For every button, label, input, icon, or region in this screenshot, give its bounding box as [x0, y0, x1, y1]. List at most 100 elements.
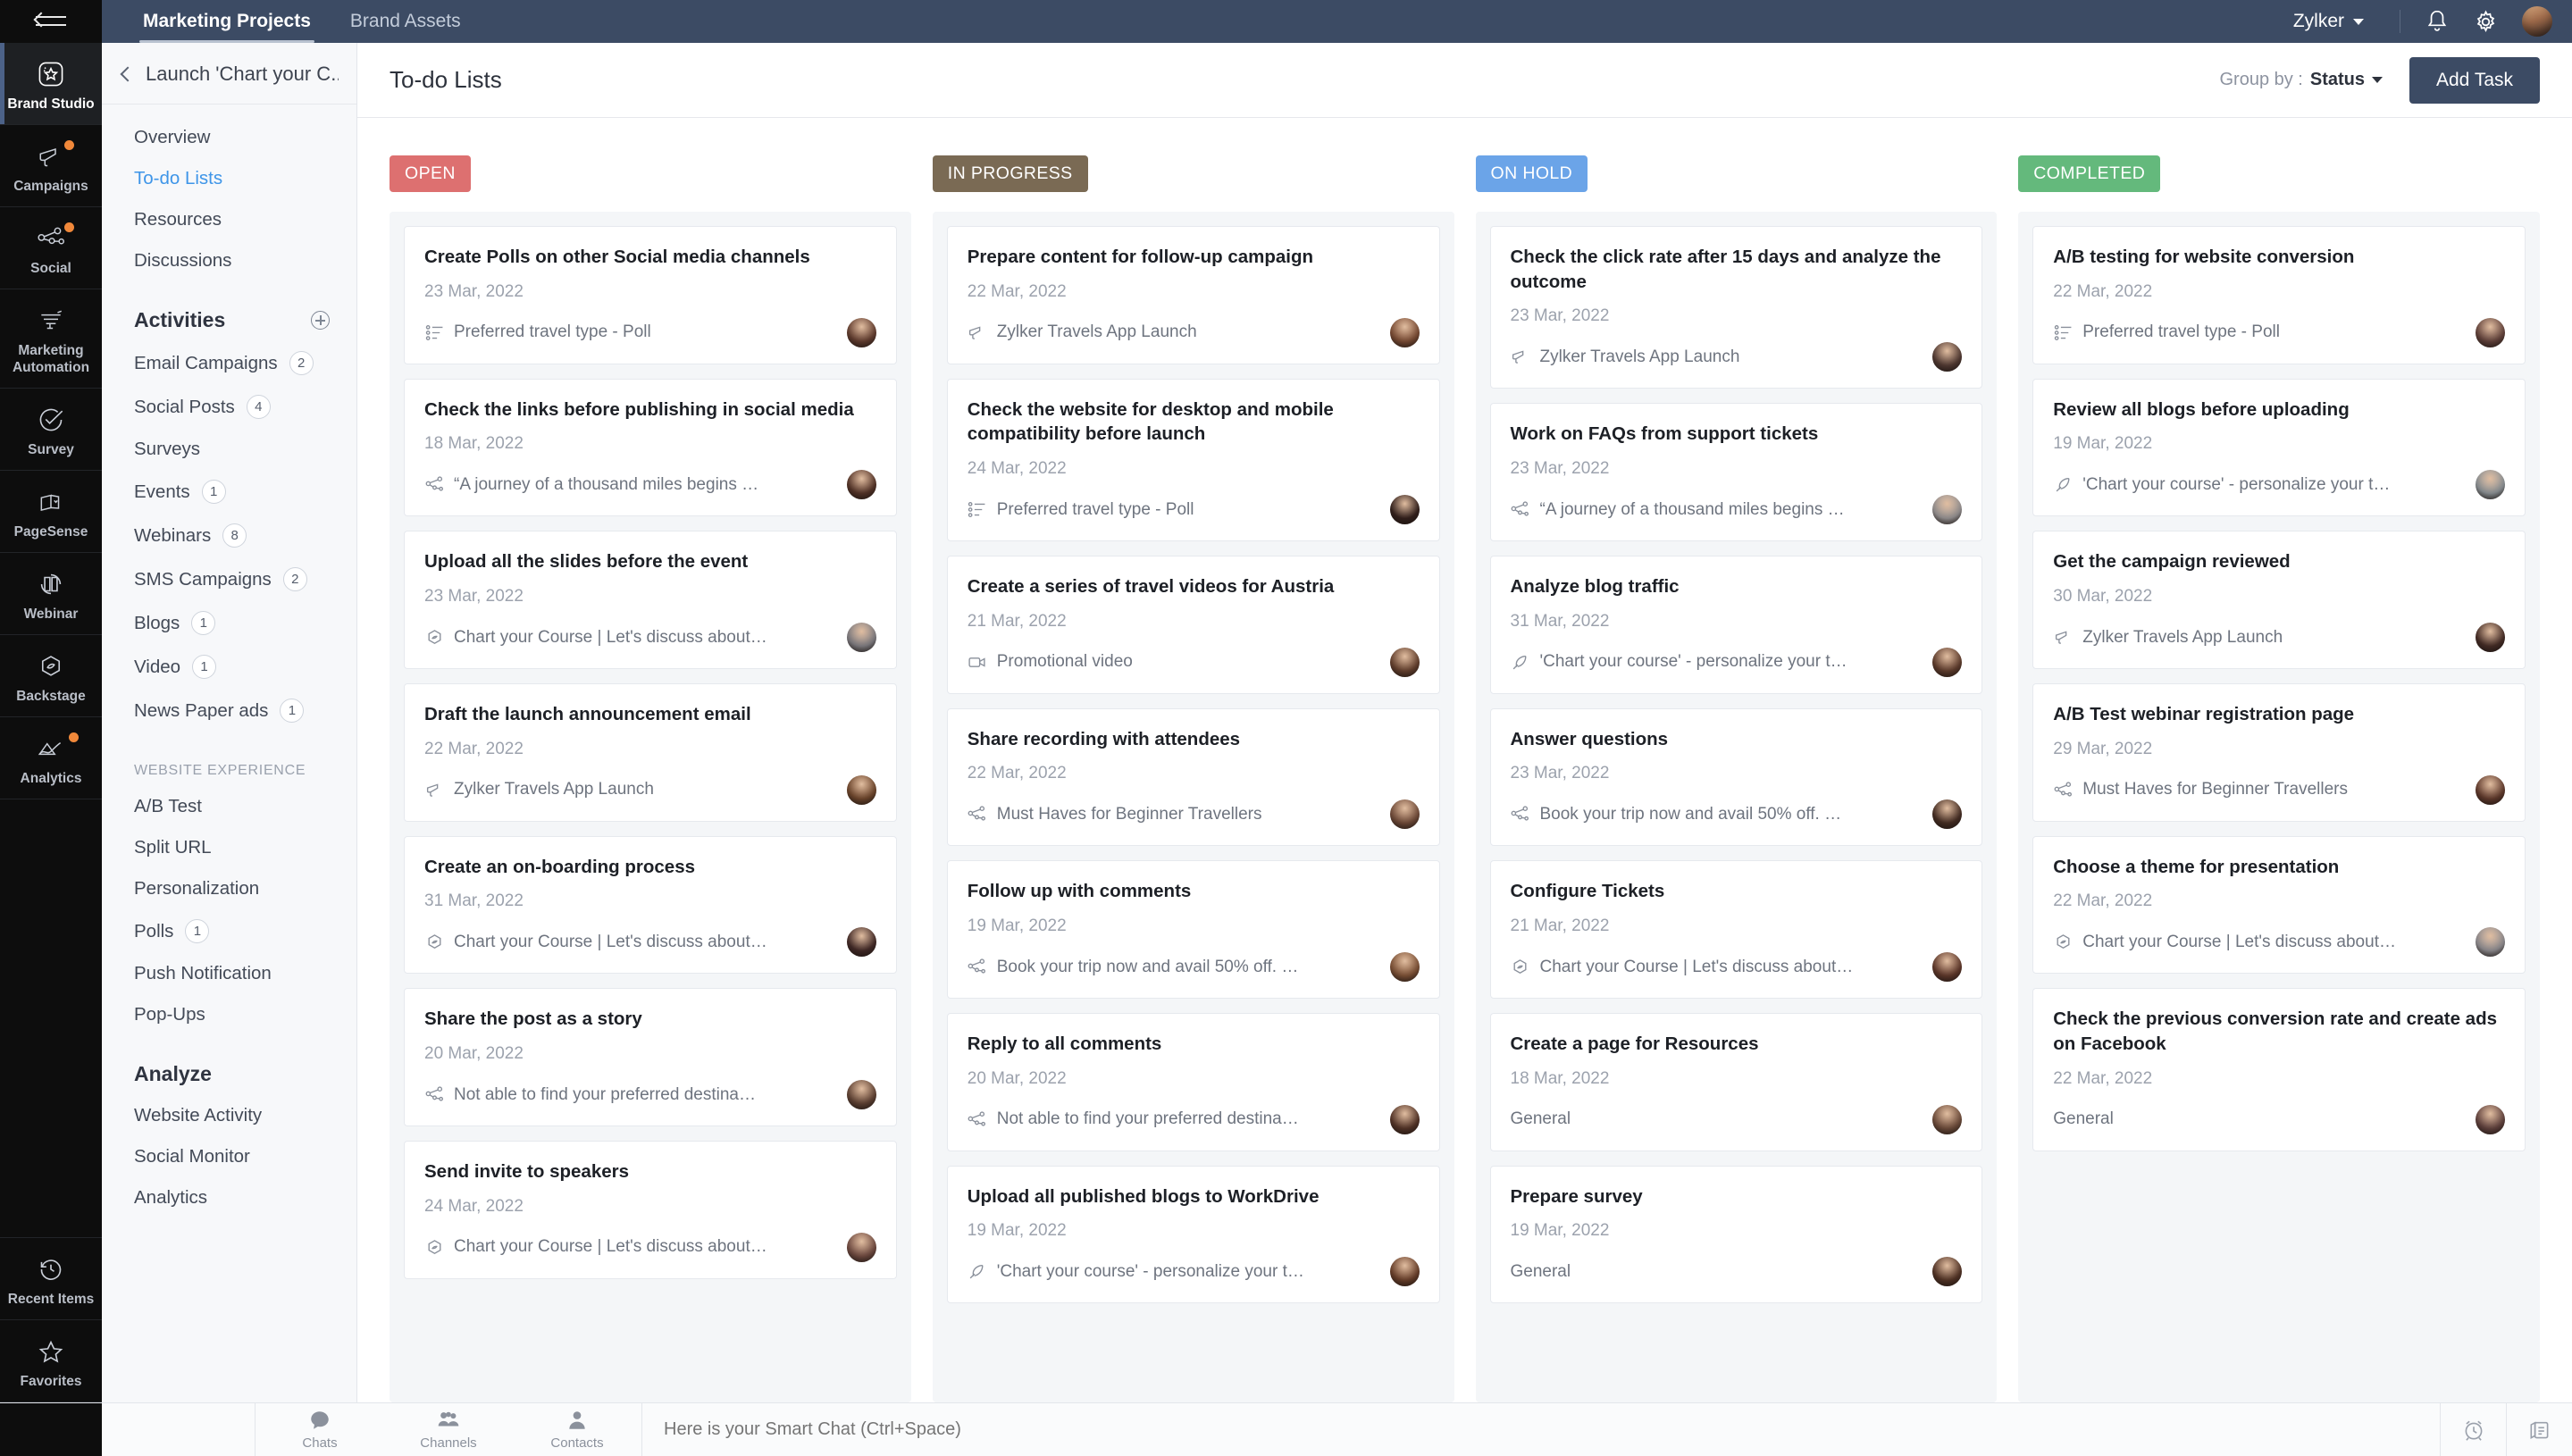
- task-assignee-avatar[interactable]: [1932, 1257, 1963, 1287]
- smart-chat-input[interactable]: [664, 1419, 2440, 1440]
- rail-item-favorites[interactable]: Favorites: [0, 1320, 102, 1402]
- task-assignee-avatar[interactable]: [2476, 623, 2505, 653]
- nav-item-personalization[interactable]: Personalization: [102, 868, 356, 909]
- rail-item-analytics[interactable]: Analytics: [0, 717, 102, 799]
- notes-button[interactable]: [2506, 1403, 2572, 1456]
- task-card[interactable]: Share recording with attendees 22 Mar, 20…: [946, 707, 1440, 847]
- task-assignee-avatar[interactable]: [1932, 647, 1963, 677]
- nav-item-todo-lists[interactable]: To-do Lists: [102, 158, 356, 199]
- task-assignee-avatar[interactable]: [1389, 495, 1420, 525]
- task-card[interactable]: Create a page for Resources 18 Mar, 2022 G…: [1489, 1013, 1983, 1151]
- nav-item-overview[interactable]: Overview: [102, 117, 356, 158]
- column-status-pill[interactable]: COMPLETED: [2018, 155, 2161, 192]
- task-assignee-avatar[interactable]: [2476, 927, 2505, 958]
- task-assignee-avatar[interactable]: [1932, 342, 1963, 372]
- project-back-header[interactable]: Launch 'Chart your C...: [102, 43, 356, 105]
- tab-marketing-projects[interactable]: Marketing Projects: [123, 0, 331, 43]
- nav-item-push-notification[interactable]: Push Notification: [102, 953, 356, 994]
- bottom-item-contacts[interactable]: Contacts: [513, 1403, 641, 1456]
- task-assignee-avatar[interactable]: [846, 623, 876, 653]
- bottom-item-chats[interactable]: Chats: [256, 1403, 384, 1456]
- task-card[interactable]: Choose a theme for presentation 22 Mar, 2…: [2032, 835, 2526, 975]
- org-switcher[interactable]: Zylker: [2270, 11, 2387, 32]
- sidebar-collapse-button[interactable]: [0, 0, 102, 43]
- task-card[interactable]: Upload all the slides before the event 23…: [404, 531, 897, 670]
- nav-item-video[interactable]: Video 1: [102, 645, 356, 689]
- task-card[interactable]: Prepare content for follow-up campaign 22…: [946, 226, 1440, 364]
- nav-item-email-campaigns[interactable]: Email Campaigns 2: [102, 341, 356, 385]
- task-card[interactable]: Prepare survey 19 Mar, 2022 General: [1489, 1165, 1983, 1304]
- task-assignee-avatar[interactable]: [2476, 774, 2505, 805]
- task-card[interactable]: Review all blogs before uploading 19 Mar,…: [2032, 378, 2526, 517]
- nav-item-discussions[interactable]: Discussions: [102, 240, 356, 281]
- task-assignee-avatar[interactable]: [1389, 952, 1420, 983]
- task-assignee-avatar[interactable]: [1389, 799, 1420, 830]
- rail-item-marketing-automation[interactable]: Marketing Automation: [0, 289, 102, 389]
- tab-brand-assets[interactable]: Brand Assets: [331, 0, 481, 43]
- task-assignee-avatar[interactable]: [846, 1232, 876, 1262]
- task-card[interactable]: Check the click rate after 15 days and a…: [1489, 226, 1983, 389]
- settings-button[interactable]: [2461, 9, 2509, 34]
- task-assignee-avatar[interactable]: [846, 774, 876, 805]
- task-card[interactable]: Work on FAQs from support tickets 23 Mar,…: [1489, 403, 1983, 542]
- task-card[interactable]: Create Polls on other Social media chann…: [404, 226, 897, 364]
- task-assignee-avatar[interactable]: [846, 927, 876, 958]
- smart-chat-search[interactable]: [641, 1403, 2440, 1456]
- notifications-button[interactable]: [2413, 9, 2461, 34]
- task-assignee-avatar[interactable]: [846, 470, 876, 500]
- task-card[interactable]: Share the post as a story 20 Mar, 2022 Not…: [404, 988, 897, 1127]
- rail-item-webinar[interactable]: Webinar: [0, 553, 102, 635]
- nav-item-ab-test[interactable]: A/B Test: [102, 786, 356, 827]
- nav-item-website-activity[interactable]: Website Activity: [102, 1095, 356, 1136]
- task-card[interactable]: Follow up with comments 19 Mar, 2022 Book …: [946, 860, 1440, 1000]
- rail-item-pagesense[interactable]: PageSense: [0, 471, 102, 553]
- task-card[interactable]: Check the links before publishing in soc…: [404, 378, 897, 517]
- task-assignee-avatar[interactable]: [1389, 647, 1420, 677]
- bottom-item-channels[interactable]: Channels: [384, 1403, 513, 1456]
- task-card[interactable]: Configure Tickets 21 Mar, 2022 Chart your …: [1489, 860, 1983, 1000]
- task-card[interactable]: Check the website for desktop and mobile…: [946, 378, 1440, 542]
- task-card[interactable]: A/B testing for website conversion 22 Mar…: [2032, 226, 2526, 364]
- task-assignee-avatar[interactable]: [2476, 1104, 2505, 1134]
- nav-item-pop-ups[interactable]: Pop-Ups: [102, 994, 356, 1035]
- task-assignee-avatar[interactable]: [1932, 799, 1963, 830]
- nav-item-social-posts[interactable]: Social Posts 4: [102, 385, 356, 429]
- user-avatar[interactable]: [2522, 6, 2552, 37]
- task-card[interactable]: Create an on-boarding process 31 Mar, 202…: [404, 835, 897, 975]
- column-status-pill[interactable]: ON HOLD: [1475, 155, 1588, 192]
- task-assignee-avatar[interactable]: [846, 1080, 876, 1110]
- task-assignee-avatar[interactable]: [1389, 1257, 1420, 1287]
- nav-item-resources[interactable]: Resources: [102, 199, 356, 240]
- task-assignee-avatar[interactable]: [1932, 952, 1963, 983]
- nav-item-analytics[interactable]: Analytics: [102, 1177, 356, 1218]
- nav-item-webinars[interactable]: Webinars 8: [102, 514, 356, 557]
- task-card[interactable]: Draft the launch announcement email 22 Ma…: [404, 683, 897, 822]
- rail-item-survey[interactable]: Survey: [0, 389, 102, 471]
- task-card[interactable]: Check the previous conversion rate and c…: [2032, 988, 2526, 1151]
- rail-item-campaigns[interactable]: Campaigns: [0, 125, 102, 207]
- task-card[interactable]: A/B Test webinar registration page 29 Mar…: [2032, 683, 2526, 822]
- task-card[interactable]: Answer questions 23 Mar, 2022 Book your tr…: [1489, 707, 1983, 847]
- task-assignee-avatar[interactable]: [2476, 470, 2505, 500]
- reminders-button[interactable]: [2440, 1403, 2506, 1456]
- task-assignee-avatar[interactable]: [1389, 1104, 1420, 1134]
- rail-item-backstage[interactable]: Backstage: [0, 635, 102, 717]
- task-card[interactable]: Upload all published blogs to WorkDrive 1…: [946, 1165, 1440, 1304]
- plus-circle-icon[interactable]: [311, 311, 330, 330]
- task-card[interactable]: Create a series of travel videos for Aus…: [946, 556, 1440, 694]
- task-assignee-avatar[interactable]: [846, 317, 876, 347]
- nav-item-events[interactable]: Events 1: [102, 470, 356, 514]
- column-status-pill[interactable]: IN PROGRESS: [932, 155, 1088, 192]
- task-assignee-avatar[interactable]: [1389, 317, 1420, 347]
- rail-item-brand-studio[interactable]: Brand Studio: [0, 43, 102, 125]
- column-status-pill[interactable]: OPEN: [390, 155, 471, 192]
- nav-item-polls[interactable]: Polls 1: [102, 909, 356, 953]
- task-assignee-avatar[interactable]: [2476, 317, 2505, 347]
- task-assignee-avatar[interactable]: [1932, 1104, 1963, 1134]
- nav-item-social-monitor[interactable]: Social Monitor: [102, 1136, 356, 1177]
- rail-item-recent-items[interactable]: Recent Items: [0, 1238, 102, 1320]
- nav-item-news-paper-ads[interactable]: News Paper ads 1: [102, 689, 356, 732]
- add-task-button[interactable]: Add Task: [2409, 56, 2540, 104]
- task-assignee-avatar[interactable]: [1932, 495, 1963, 525]
- nav-item-split-url[interactable]: Split URL: [102, 827, 356, 868]
